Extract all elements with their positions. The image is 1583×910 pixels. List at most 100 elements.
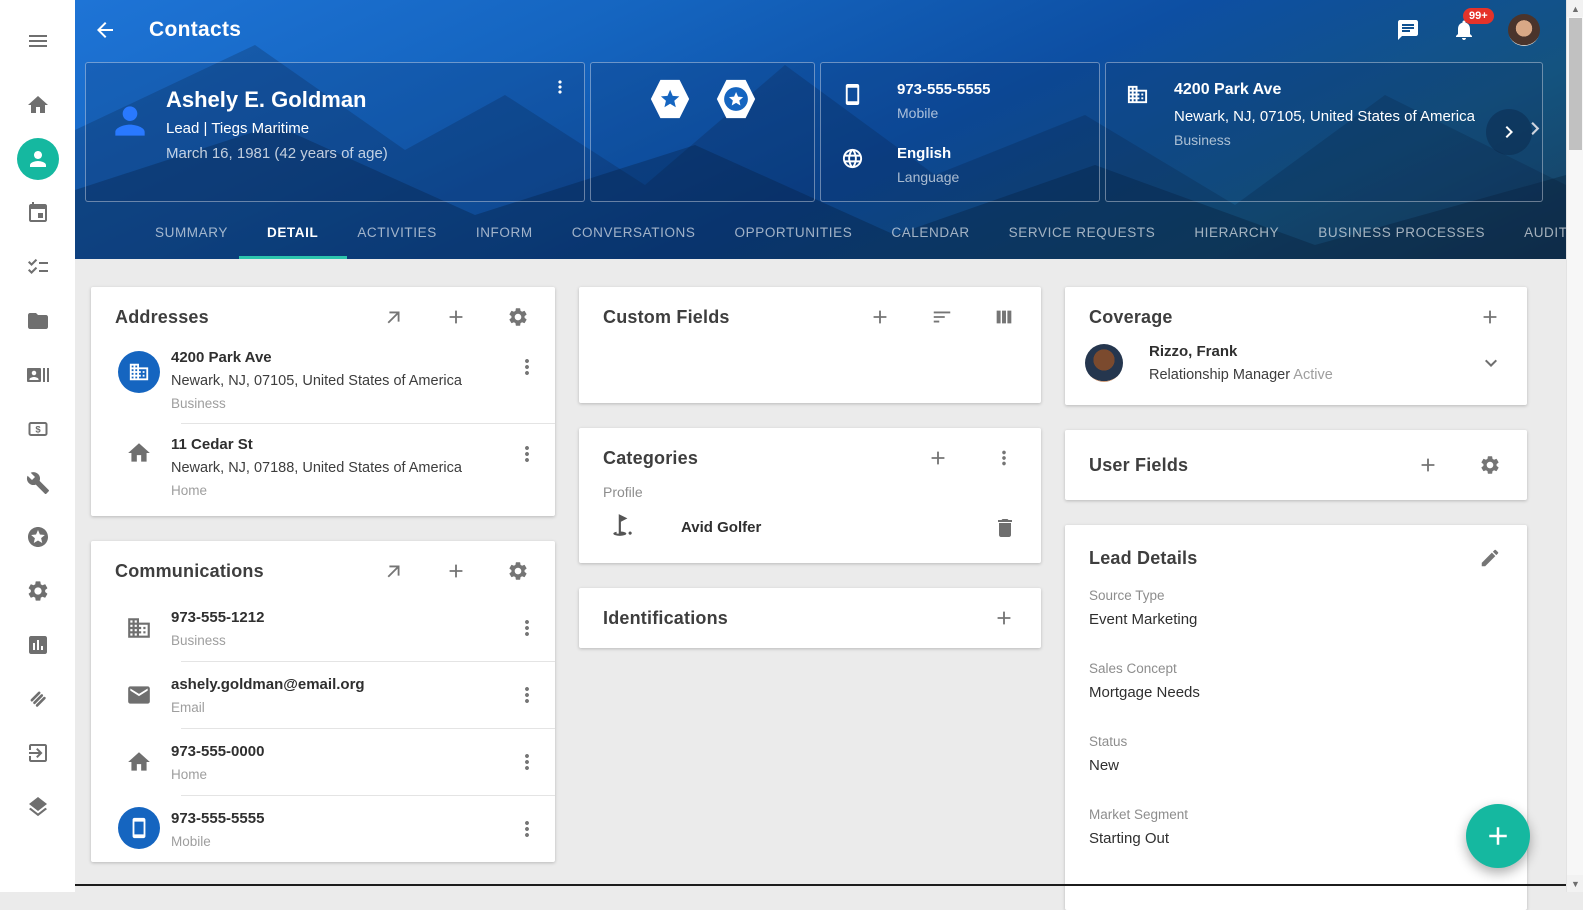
primary-address-card[interactable]: 4200 Park Ave Newark, NJ, 07105, United … [1105, 62, 1543, 202]
page-previous-chevron-icon[interactable] [913, 357, 937, 381]
handshake-icon[interactable] [11, 672, 65, 726]
user-fields-settings-icon[interactable] [1479, 454, 1501, 476]
phone-language-card[interactable]: 973-555-5555 Mobile English Language [820, 62, 1100, 202]
category-row[interactable]: Avid Golfer [579, 500, 1041, 563]
coverage-title: Coverage [1089, 307, 1479, 328]
delete-category-trash-icon[interactable] [993, 516, 1017, 540]
add-address-icon[interactable] [445, 306, 467, 328]
communications-settings-icon[interactable] [507, 560, 529, 582]
profile-kebab-menu[interactable] [550, 77, 570, 97]
star-hexagon-badge-icon[interactable] [644, 76, 696, 122]
add-communication-icon[interactable] [445, 560, 467, 582]
tab-audit[interactable]: AUDIT [1524, 205, 1566, 259]
wrench-icon[interactable] [11, 456, 65, 510]
add-custom-field-icon[interactable] [869, 306, 891, 328]
address-kebab-menu[interactable] [515, 442, 539, 466]
communication-row[interactable]: 973-555-0000 Home [91, 729, 555, 795]
star-circle-hexagon-badge-icon[interactable] [710, 76, 762, 122]
menu-icon[interactable] [11, 14, 65, 68]
chat-icon[interactable] [1396, 18, 1420, 42]
tab-inform[interactable]: INFORM [476, 205, 533, 259]
notifications: 99+ [1452, 18, 1476, 42]
open-addresses-icon[interactable] [383, 306, 405, 328]
add-coverage-icon[interactable] [1479, 306, 1501, 328]
address-label: Business [1174, 132, 1475, 148]
add-category-icon[interactable] [927, 447, 949, 469]
notification-badge: 99+ [1463, 8, 1494, 24]
categories-title: Categories [603, 448, 927, 469]
open-communications-icon[interactable] [383, 560, 405, 582]
exit-icon[interactable] [11, 726, 65, 780]
identifications-title: Identifications [603, 608, 993, 629]
tab-summary[interactable]: SUMMARY [155, 205, 228, 259]
email-icon [107, 682, 171, 708]
bottom-edge-line [75, 884, 1566, 886]
address-row[interactable]: 11 Cedar St Newark, NJ, 07188, United St… [91, 424, 555, 516]
lead-field-label: Sales Concept [1089, 661, 1503, 676]
app-bar: Contacts 99+ [75, 0, 1566, 60]
add-user-field-icon[interactable] [1417, 454, 1439, 476]
categories-kebab-menu[interactable] [993, 447, 1015, 469]
home-icon[interactable] [11, 78, 65, 132]
communication-kebab-menu[interactable] [515, 750, 539, 774]
tab-hierarchy[interactable]: HIERARCHY [1194, 205, 1279, 259]
communication-kebab-menu[interactable] [515, 616, 539, 640]
scrollbar-thumb[interactable] [1569, 18, 1582, 150]
primary-phone: 973-555-5555 Mobile [841, 81, 1079, 121]
star-circle-icon[interactable] [11, 510, 65, 564]
lead-details-card: Lead Details Source Type Event Marketing… [1065, 525, 1527, 910]
tab-conversations[interactable]: CONVERSATIONS [572, 205, 696, 259]
address-type: Home [171, 483, 515, 498]
scroll-up-arrow-icon[interactable]: ▲ [1567, 0, 1583, 17]
back-arrow-icon[interactable] [93, 18, 117, 42]
expand-coverage-chevron-icon[interactable] [1479, 351, 1503, 375]
contact-cards-icon[interactable] [11, 348, 65, 402]
tab-bar: SUMMARY DETAIL ACTIVITIES INFORM CONVERS… [75, 205, 1566, 259]
addresses-settings-icon[interactable] [507, 306, 529, 328]
gear-icon[interactable] [11, 564, 65, 618]
scroll-down-arrow-icon[interactable]: ▼ [1567, 875, 1583, 892]
vertical-scrollbar[interactable]: ▲ ▼ [1566, 0, 1583, 892]
bar-chart-icon[interactable] [11, 618, 65, 672]
tab-activities[interactable]: ACTIVITIES [357, 205, 437, 259]
next-card-chevron-icon[interactable] [1486, 109, 1532, 155]
tab-opportunities[interactable]: OPPORTUNITIES [735, 205, 853, 259]
communication-row[interactable]: 973-555-5555 Mobile [91, 796, 555, 862]
page-header: Contacts 99+ Ashely E. Goldman Lead | Ti… [75, 0, 1566, 259]
address-city-line: Newark, NJ, 07188, United States of Amer… [171, 460, 471, 476]
communication-kebab-menu[interactable] [515, 683, 539, 707]
communication-type: Mobile [171, 834, 515, 849]
tab-detail[interactable]: DETAIL [267, 205, 318, 259]
money-icon[interactable]: $ [11, 402, 65, 456]
calendar-icon[interactable] [11, 186, 65, 240]
coverage-status: Active [1293, 367, 1333, 383]
contact-name: Ashely E. Goldman [166, 87, 388, 113]
tab-calendar[interactable]: CALENDAR [891, 205, 969, 259]
view-columns-icon[interactable] [993, 306, 1015, 328]
address-row[interactable]: 4200 Park Ave Newark, NJ, 07105, United … [91, 341, 555, 423]
communication-row[interactable]: ashely.goldman@email.org Email [91, 662, 555, 728]
folder-icon[interactable] [11, 294, 65, 348]
tab-service-requests[interactable]: SERVICE REQUESTS [1009, 205, 1156, 259]
add-identification-icon[interactable] [993, 607, 1015, 629]
communication-kebab-menu[interactable] [515, 817, 539, 841]
address-kebab-menu[interactable] [515, 355, 539, 379]
coverage-row[interactable]: Rizzo, Frank Relationship Manager Active [1065, 341, 1527, 405]
communication-type: Email [171, 700, 515, 715]
checklist-icon[interactable] [11, 240, 65, 294]
lead-field-value: New [1089, 757, 1503, 774]
communication-row[interactable]: 973-555-1212 Business [91, 595, 555, 661]
sidebar-item-contacts[interactable] [11, 132, 65, 186]
page-next-chevron-icon[interactable] [987, 357, 1011, 381]
tab-business-processes[interactable]: BUSINESS PROCESSES [1318, 205, 1485, 259]
sort-icon[interactable] [931, 306, 953, 328]
edit-lead-details-pencil-icon[interactable] [1479, 547, 1501, 569]
address-line2: Newark, NJ, 07105, United States of Amer… [1174, 108, 1475, 125]
layers-icon[interactable] [11, 780, 65, 834]
profile-summary-card[interactable]: Ashely E. Goldman Lead | Tiegs Maritime … [85, 62, 585, 202]
user-avatar[interactable] [1508, 14, 1540, 46]
communication-value: 973-555-5555 [171, 810, 515, 827]
badges-card [590, 62, 815, 202]
business-icon [107, 615, 171, 641]
add-fab-button[interactable] [1466, 804, 1530, 868]
